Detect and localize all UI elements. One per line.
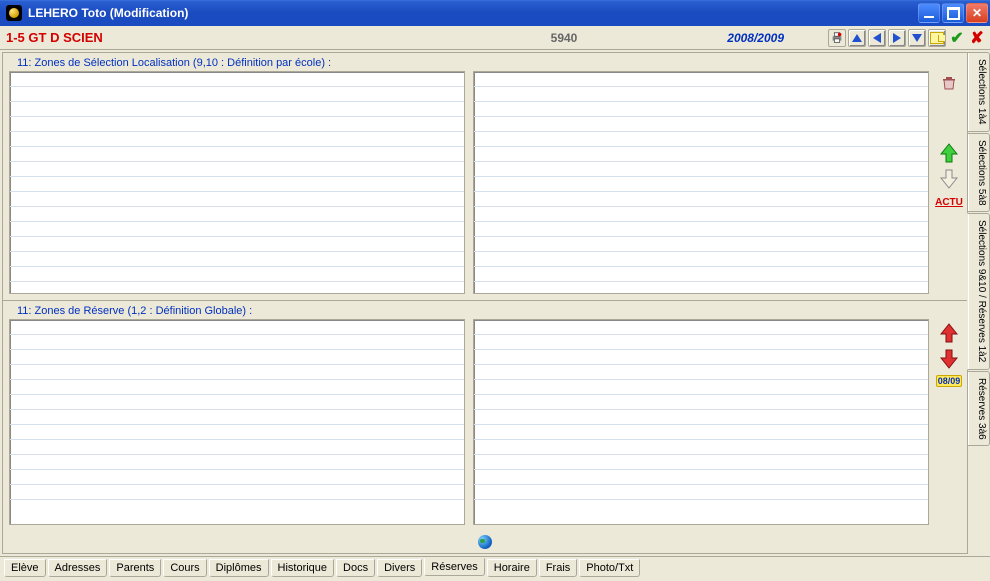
vtab-selections-1-4[interactable]: Sélections 1à4 [968, 52, 990, 132]
content-area: 11: Zones de Sélection Localisation (9,1… [2, 52, 968, 554]
nav-up-button[interactable] [848, 29, 866, 47]
arrow-up-green-icon[interactable] [940, 143, 958, 163]
window-minimize-button[interactable] [918, 3, 940, 23]
tab-divers[interactable]: Divers [377, 559, 422, 577]
tab-diplomes[interactable]: Diplômes [209, 559, 269, 577]
year-badge[interactable]: 08/09 [936, 375, 963, 387]
group2-title: 11: Zones de Réserve (1,2 : Définition G… [3, 301, 967, 319]
arrow-down-red-icon[interactable] [940, 349, 958, 369]
tab-docs[interactable]: Docs [336, 559, 375, 577]
arrow-down-outline-icon[interactable] [940, 169, 958, 189]
confirm-button[interactable]: ✔ [948, 29, 966, 47]
app-icon [6, 5, 22, 21]
tab-horaire[interactable]: Horaire [487, 559, 537, 577]
arrow-up-red-icon[interactable] [940, 323, 958, 343]
tab-reserves[interactable]: Réserves [424, 558, 484, 576]
right-tab-strip: Sélections 1à4 Sélections 5à8 Sélections… [968, 50, 990, 556]
cancel-button[interactable]: ✘ [968, 29, 986, 47]
trash-icon[interactable] [941, 75, 957, 91]
vtab-selections-5-8[interactable]: Sélections 5à8 [968, 133, 990, 213]
reserve-list-left[interactable] [9, 319, 465, 525]
header-bar: 1-5 GT D SCIEN 5940 2008/2009 ✔ ✘ [0, 26, 990, 50]
window-maximize-button[interactable] [942, 3, 964, 23]
group2-side-controls: 08/09 [937, 319, 961, 525]
note-icon[interactable] [928, 29, 946, 47]
title-bar: LEHERO Toto (Modification) [0, 0, 990, 26]
tab-photo-txt[interactable]: Photo/Txt [579, 559, 640, 577]
tab-parents[interactable]: Parents [109, 559, 161, 577]
print-icon[interactable] [828, 29, 846, 47]
nav-left-button[interactable] [868, 29, 886, 47]
window-title: LEHERO Toto (Modification) [28, 6, 918, 20]
selection-list-left[interactable] [9, 71, 465, 294]
vtab-reserves-3-6[interactable]: Réserves 3à6 [968, 371, 990, 447]
selection-list-right[interactable] [473, 71, 929, 294]
nav-down-button[interactable] [908, 29, 926, 47]
vtab-selections-9-10-reserves-1-2[interactable]: Sélections 9&10 / Réserves 1à2 [967, 213, 990, 369]
school-year: 2008/2009 [654, 31, 784, 45]
class-label: 1-5 GT D SCIEN [4, 30, 474, 45]
group1-side-controls: ACTU [937, 71, 961, 294]
center-number: 5940 [474, 31, 654, 45]
tab-adresses[interactable]: Adresses [48, 559, 108, 577]
globe-icon[interactable] [478, 535, 492, 549]
tab-historique[interactable]: Historique [271, 559, 335, 577]
tab-cours[interactable]: Cours [163, 559, 206, 577]
actu-link[interactable]: ACTU [935, 197, 963, 208]
window-close-button[interactable] [966, 3, 988, 23]
group1-title: 11: Zones de Sélection Localisation (9,1… [3, 53, 967, 71]
nav-right-button[interactable] [888, 29, 906, 47]
group-reserve-zones: 11: Zones de Réserve (1,2 : Définition G… [3, 301, 967, 553]
tab-eleve[interactable]: Elève [4, 559, 46, 577]
reserve-list-right[interactable] [473, 319, 929, 525]
tab-frais[interactable]: Frais [539, 559, 577, 577]
group-selection-zones: 11: Zones de Sélection Localisation (9,1… [3, 53, 967, 301]
bottom-tab-strip: Elève Adresses Parents Cours Diplômes Hi… [0, 556, 990, 579]
